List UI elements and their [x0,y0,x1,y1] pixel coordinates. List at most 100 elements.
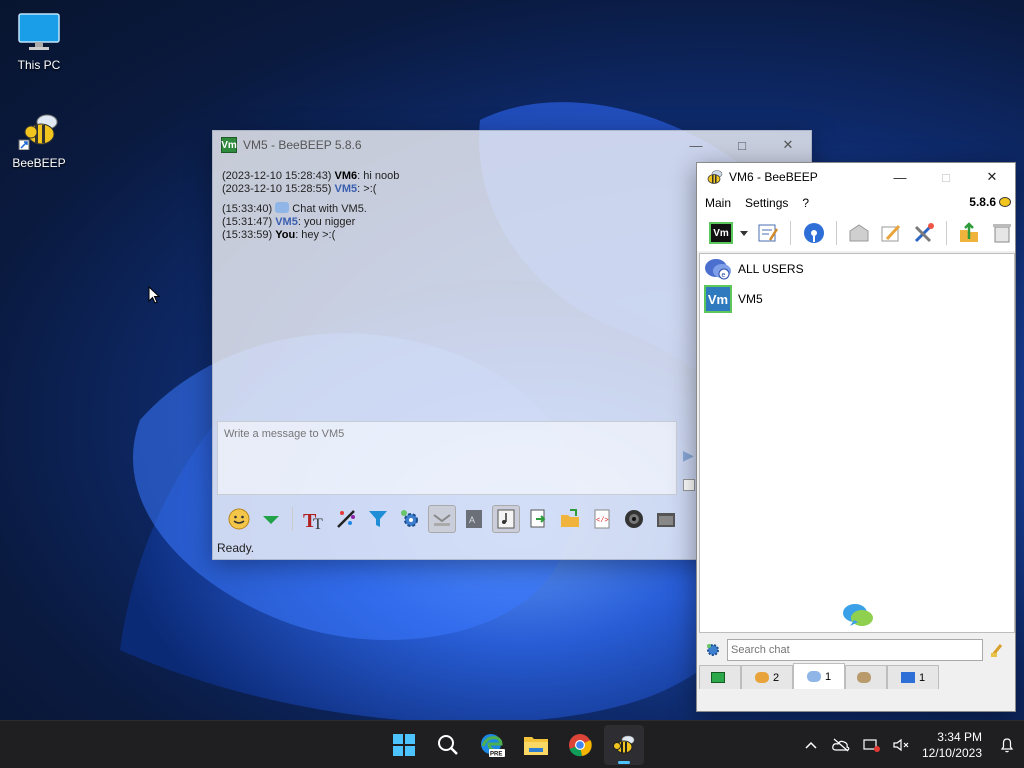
main-toolbar: Vm [697,215,1015,251]
main-window-vm6[interactable]: VM6 - BeeBEEP — □ ✕ Main Settings ? 5.8.… [696,162,1016,712]
monitor-icon [17,10,61,54]
search-row [699,637,1015,663]
chat-message: (15:33:40) Chat with VM5. [222,202,367,215]
font-size-icon[interactable]: A [460,505,488,533]
message-box-icon[interactable] [846,219,872,247]
edge-icon: PRE [481,734,505,758]
clear-search-icon[interactable] [989,642,1005,658]
main-window-title: VM6 - BeeBEEP [729,170,818,184]
pencil-icon[interactable] [878,219,904,247]
notification-bell-icon[interactable] [990,737,1024,753]
clock-date: 12/10/2023 [921,746,982,760]
chat-bubble-icon [275,202,290,213]
svg-text:e: e [722,272,726,279]
edge-preview-button[interactable]: PRE [472,725,512,765]
vm-avatar-icon: Vm [709,222,733,244]
font-icon[interactable]: TT [300,505,328,533]
network-icon[interactable] [856,738,886,752]
list-item-vm5[interactable]: Vm VM5 [700,284,1014,314]
maximize-button[interactable]: □ [719,131,765,159]
svg-text:T: T [313,516,323,531]
trash-icon[interactable] [989,219,1015,247]
tools-icon[interactable] [911,219,937,247]
close-button[interactable]: ✕ [969,163,1015,191]
desktop-icon-label: BeeBEEP [12,156,66,170]
chat-log[interactable]: (2023-12-10 15:28:43) VM6: hi noob (2023… [217,165,699,415]
search-button[interactable] [428,725,468,765]
tab-groups[interactable]: 2 [741,665,793,689]
gear-icon[interactable] [396,505,424,533]
volume-muted-icon[interactable] [886,738,916,752]
emoticon-menu-icon[interactable] [257,505,285,533]
user-list[interactable]: e ALL USERS Vm VM5 [699,253,1015,633]
note-button[interactable] [492,505,520,533]
chrome-button[interactable] [560,725,600,765]
svg-text:PRE: PRE [490,752,502,758]
file-explorer-button[interactable] [516,725,556,765]
message-input[interactable]: Write a message to VM5 [217,421,677,495]
menu-help[interactable]: ? [802,196,809,210]
minimize-button[interactable]: — [673,131,719,159]
cloud-offline-icon[interactable] [826,738,856,752]
user-name: ALL USERS [738,262,804,276]
chat-message: (2023-12-10 15:28:43) VM6: hi noob [222,170,400,182]
emoticon-button[interactable] [225,505,253,533]
taskbar: PRE 3:34 PM 12/10/2023 [0,720,1024,768]
list-item-all-users[interactable]: e ALL USERS [700,254,1014,284]
menu-main[interactable]: Main [705,196,731,210]
close-button[interactable]: ✕ [765,131,811,159]
taskbar-apps: PRE [384,721,644,768]
chat-bubbles-icon[interactable] [842,602,874,633]
status-bar-text: Ready. [217,541,255,555]
menu-settings[interactable]: Settings [745,196,788,210]
bee-icon [17,108,61,152]
people-icon [857,672,871,683]
bee-icon [999,197,1011,207]
network-icon[interactable] [800,219,826,247]
edit-profile-icon[interactable] [755,219,781,247]
chevron-down-icon[interactable] [739,226,749,240]
minimize-button[interactable]: — [877,163,923,191]
clock[interactable]: 3:34 PM 12/10/2023 [916,729,990,761]
send-file-icon[interactable] [556,505,584,533]
gear-icon[interactable] [705,642,721,658]
tab-transfers[interactable]: 1 [887,665,939,689]
view-tabs: 2 1 1 [699,663,1015,689]
tab-shares[interactable] [845,665,887,689]
folder-icon[interactable] [652,505,680,533]
chevron-up-icon[interactable] [796,741,826,749]
vm-avatar-icon: Vm [704,285,732,313]
svg-text:A: A [469,515,475,525]
tab-chats[interactable]: 1 [793,663,845,689]
color-picker-icon[interactable] [332,505,360,533]
transfer-icon [900,672,915,683]
send-button[interactable]: ▶ [683,447,697,467]
folder-icon [524,737,548,755]
start-button[interactable] [384,725,424,765]
bee-icon [613,735,635,754]
mouse-cursor-icon [148,286,160,304]
system-tray: 3:34 PM 12/10/2023 [796,721,1024,768]
monitor-icon [711,672,725,683]
save-document-icon[interactable] [524,505,552,533]
chat-message: (15:33:59) You: hey >:( [222,229,336,241]
main-window-titlebar[interactable]: VM6 - BeeBEEP — □ ✕ [697,163,1015,191]
chat-window-title: VM5 - BeeBEEP 5.8.6 [243,138,362,152]
user-status-button[interactable]: Vm [709,219,733,247]
enter-to-send-checkbox[interactable] [683,479,695,491]
upload-icon[interactable] [956,219,982,247]
filter-icon[interactable] [364,505,392,533]
spell-check-button[interactable] [428,505,456,533]
screenshot-icon[interactable] [620,505,648,533]
user-name: VM5 [738,292,763,306]
chat-message: (15:31:47) VM5: you nigger [222,216,356,228]
html-code-icon[interactable]: </> [588,505,616,533]
search-input[interactable] [727,639,983,661]
chat-window-titlebar[interactable]: Vm VM5 - BeeBEEP 5.8.6 — □ ✕ [213,131,811,159]
tab-users[interactable] [699,665,741,689]
beebeep-taskbar-button[interactable] [604,725,644,765]
desktop-icon-this-pc[interactable]: This PC [4,10,74,72]
maximize-button[interactable]: □ [923,163,969,191]
chrome-icon [569,734,592,757]
desktop-icon-beebeep[interactable]: BeeBEEP [4,108,74,170]
